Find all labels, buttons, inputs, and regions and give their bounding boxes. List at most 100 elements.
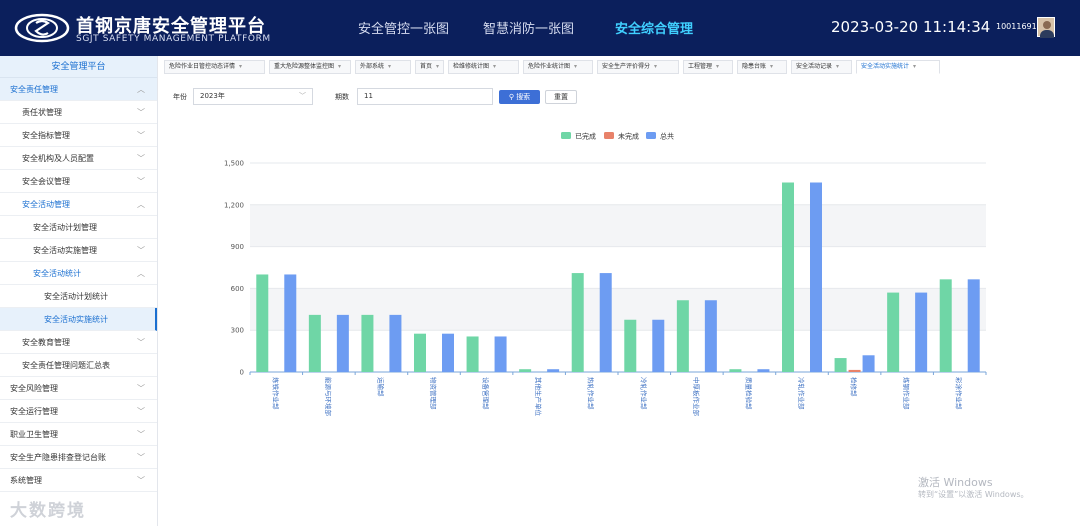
chevron-up-icon: ︿ [137, 85, 145, 94]
chevron-down-icon: ﹀ [137, 338, 145, 347]
year-value: 2023年 [200, 92, 225, 100]
reset-button[interactable]: 重置 [545, 90, 577, 104]
chevron-down-icon[interactable]: ▾ [654, 63, 657, 70]
bar-completed [939, 279, 952, 372]
page-tab[interactable]: 重大危险源整体监控图 ▾ [269, 60, 351, 74]
sidebar-item[interactable]: 安全生产隐患排查登记台账 ﹀ [0, 446, 157, 469]
page-tab-label: 安全生产评价得分 [602, 63, 651, 70]
user-id[interactable]: 10011691 [996, 22, 1037, 31]
sidebar-item-label: 安全责任管理 [10, 85, 58, 94]
sidebar-item[interactable]: 安全责任管理 ︿ [0, 78, 157, 101]
legend-label: 已完成 [575, 132, 596, 141]
sidebar-item[interactable]: 安全活动实施管理 ﹀ [0, 239, 157, 262]
legend-swatch [646, 132, 656, 139]
y-tick-label: 900 [231, 243, 244, 251]
page-tab[interactable]: 危险作业日管控动态详情 ▾ [164, 60, 265, 74]
nav-tab-smart-fire[interactable]: 智慧消防一张图 [483, 18, 574, 37]
bar-completed [834, 358, 847, 372]
sidebar-item[interactable]: 安全活动实施统计 [0, 308, 157, 331]
chevron-down-icon[interactable]: ▾ [716, 63, 719, 70]
x-tick-label: 质量检验部 [744, 377, 753, 410]
bar-total [284, 274, 297, 372]
chevron-down-icon[interactable]: ▾ [574, 63, 577, 70]
sidebar-item[interactable]: 责任状管理 ﹀ [0, 101, 157, 124]
chevron-down-icon[interactable]: ▾ [338, 63, 341, 70]
sidebar-item-label: 安全机构及人员配置 [22, 154, 94, 163]
chevron-up-icon: ︿ [137, 200, 145, 209]
sidebar-item-label: 安全活动实施管理 [33, 246, 97, 255]
page-tab[interactable]: 外部系统 ▾ [355, 60, 411, 74]
x-tick-label: 热轧作业部 [587, 377, 596, 410]
page-tab[interactable]: 危险作业统计图 ▾ [523, 60, 593, 74]
sidebar: 安全管理平台 安全责任管理 ︿ 责任状管理 ﹀ 安全指标管理 ﹀ 安全机构及人员配置 ﹀ 安全会… [0, 56, 158, 526]
bar-completed [414, 333, 426, 372]
chevron-down-icon[interactable]: ▾ [770, 63, 773, 70]
sidebar-item[interactable]: 安全活动计划管理 [0, 216, 157, 239]
page-tab[interactable]: 工程管理 ▾ [683, 60, 733, 74]
x-tick-label: 炼钢作业部 [902, 377, 911, 410]
year-select[interactable]: 2023年 ﹀ [193, 88, 313, 105]
sidebar-item-label: 安全会议管理 [22, 177, 70, 186]
page-tab[interactable]: 安全活动实施统计 ▾ [856, 60, 940, 74]
x-tick-label: 能源与环境部 [324, 377, 333, 417]
x-tick-label: 中厚板作业部 [692, 377, 701, 417]
legend-label: 总共 [660, 132, 674, 141]
bar-incomplete [848, 369, 861, 372]
bar-completed [624, 319, 637, 372]
sidebar-item[interactable]: 安全教育管理 ﹀ [0, 331, 157, 354]
chevron-down-icon: ﹀ [137, 407, 145, 416]
sidebar-item[interactable]: 安全风险管理 ﹀ [0, 377, 157, 400]
sidebar-item[interactable]: 安全活动统计 ︿ [0, 262, 157, 285]
bar-total [810, 182, 822, 372]
sidebar-item[interactable]: 系统管理 ﹀ [0, 469, 157, 492]
sidebar-item[interactable]: 安全运行管理 ﹀ [0, 400, 157, 423]
sidebar-item-label: 职业卫生管理 [10, 430, 58, 439]
chevron-down-icon: ﹀ [137, 453, 145, 462]
sidebar-item[interactable]: 安全活动管理 ︿ [0, 193, 157, 216]
bar-completed [466, 336, 479, 372]
nav-tab-safety-management[interactable]: 安全综合管理 [615, 18, 693, 37]
chevron-down-icon: ﹀ [137, 108, 145, 117]
chevron-down-icon[interactable]: ▾ [836, 63, 839, 70]
sidebar-item-label: 责任状管理 [22, 108, 62, 117]
chevron-down-icon[interactable]: ▾ [436, 63, 439, 70]
period-input[interactable]: 11 [357, 88, 493, 105]
page-tab[interactable]: 安全活动记录 ▾ [791, 60, 852, 74]
sidebar-title: 安全管理平台 [0, 56, 157, 78]
top-header: 首钢京唐安全管理平台 SGJT SAFETY MANAGEMENT PLATFO… [0, 0, 1080, 56]
nav-tab-safety-control[interactable]: 安全管控一张图 [358, 18, 449, 37]
sidebar-item-label: 安全教育管理 [22, 338, 70, 347]
page-tab-label: 危险作业统计图 [528, 63, 571, 70]
brand-watermark: 大数跨境 [10, 501, 86, 521]
page-tab[interactable]: 隐患台账 ▾ [737, 60, 787, 74]
logo-icon [14, 13, 70, 43]
y-tick-label: 1,200 [224, 201, 244, 209]
search-button[interactable]: ⚲ 搜索 [499, 90, 540, 104]
sidebar-item[interactable]: 安全指标管理 ﹀ [0, 124, 157, 147]
chevron-down-icon[interactable]: ▾ [388, 63, 391, 70]
avatar[interactable] [1037, 17, 1055, 38]
chevron-down-icon[interactable]: ▾ [493, 63, 496, 70]
x-tick-label: 运输部 [376, 377, 385, 397]
sidebar-item[interactable]: 安全机构及人员配置 ﹀ [0, 147, 157, 170]
chevron-down-icon[interactable]: ▾ [913, 63, 916, 70]
chevron-down-icon[interactable]: ▾ [239, 63, 242, 70]
x-tick-label: 炼铁作业部 [271, 377, 280, 410]
bar-total [704, 300, 717, 372]
bar-completed [361, 314, 374, 372]
legend-label: 未完成 [618, 132, 639, 141]
windows-activation-watermark: 激活 Windows [918, 476, 993, 489]
chevron-down-icon: ﹀ [137, 177, 145, 186]
brand-subtitle: SGJT SAFETY MANAGEMENT PLATFORM [76, 34, 271, 44]
page-tab[interactable]: 安全生产评价得分 ▾ [597, 60, 679, 74]
sidebar-item[interactable]: 安全活动计划统计 [0, 285, 157, 308]
bar-completed [782, 182, 794, 372]
page-tab[interactable]: 检维修统计图 ▾ [448, 60, 519, 74]
sidebar-item-label: 系统管理 [10, 476, 42, 485]
page-tab[interactable]: 首页 ▾ [415, 60, 444, 74]
sidebar-item[interactable]: 安全责任管理问题汇总表 [0, 354, 157, 377]
sidebar-item[interactable]: 职业卫生管理 ﹀ [0, 423, 157, 446]
page-tab-label: 首页 [420, 63, 433, 70]
page-tab-label: 重大危险源整体监控图 [274, 63, 335, 70]
sidebar-item[interactable]: 安全会议管理 ﹀ [0, 170, 157, 193]
